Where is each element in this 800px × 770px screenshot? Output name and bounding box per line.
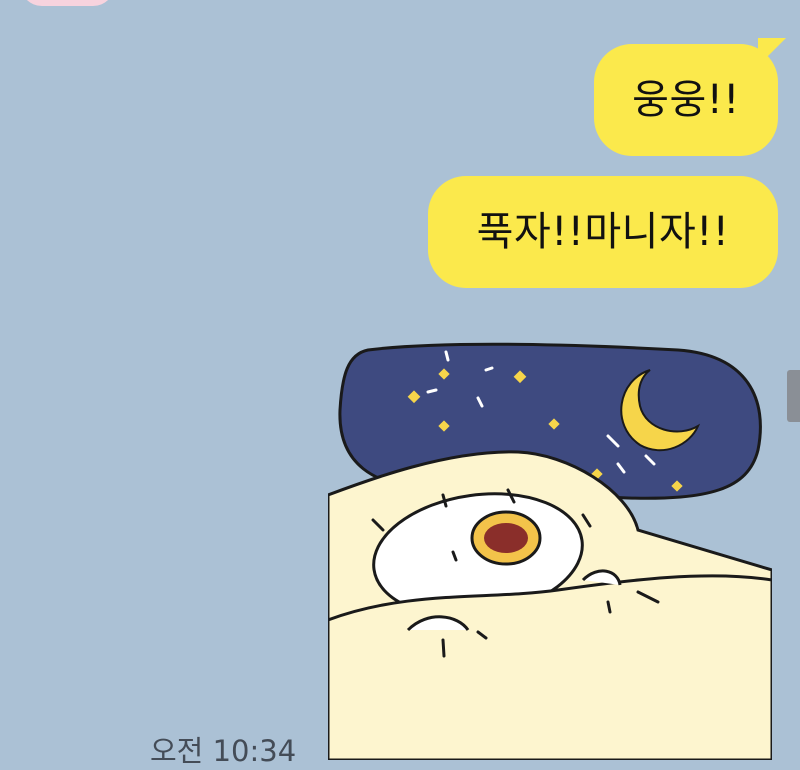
message-timestamp: 오전 10:34 [150, 734, 297, 768]
message-text-2: 푹자!!마니자!! [476, 209, 730, 255]
sleeping-chick-sticker[interactable] [326, 340, 774, 762]
message-bubble-2[interactable]: 푹자!!마니자!! [428, 176, 778, 288]
sticker-illustration [326, 342, 774, 762]
message-bubble-1[interactable]: 웅웅!! [594, 44, 778, 156]
previous-message-bubble [20, 0, 115, 6]
message-text-1: 웅웅!! [632, 77, 740, 123]
scrollbar-handle[interactable] [787, 370, 800, 422]
